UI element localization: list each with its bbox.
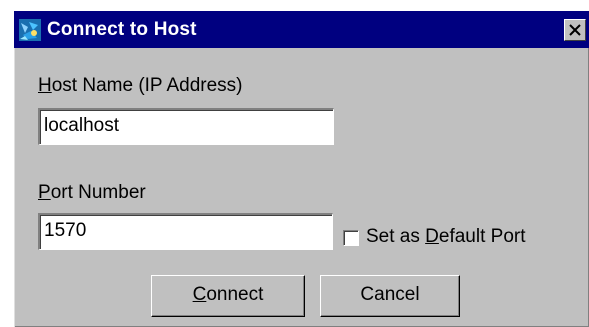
connect-to-host-dialog: Connect to Host Host Name (IP Address) P… (14, 11, 589, 327)
cancel-button[interactable]: Cancel (320, 275, 460, 317)
default-port-checkbox[interactable] (343, 230, 359, 246)
window-title: Connect to Host (47, 19, 197, 40)
java-app-icon (19, 19, 41, 41)
port-number-field[interactable] (38, 213, 333, 250)
close-button[interactable] (564, 19, 586, 41)
port-number-label: Port Number (38, 182, 146, 203)
connect-button[interactable]: Connect (151, 275, 305, 317)
close-icon (569, 24, 581, 36)
host-name-input[interactable] (42, 112, 331, 140)
port-number-input[interactable] (42, 217, 330, 245)
title-bar[interactable]: Connect to Host (14, 11, 589, 48)
default-port-label[interactable]: Set as Default Port (366, 225, 526, 249)
host-name-label: Host Name (IP Address) (38, 75, 243, 96)
host-name-field[interactable] (38, 108, 334, 145)
